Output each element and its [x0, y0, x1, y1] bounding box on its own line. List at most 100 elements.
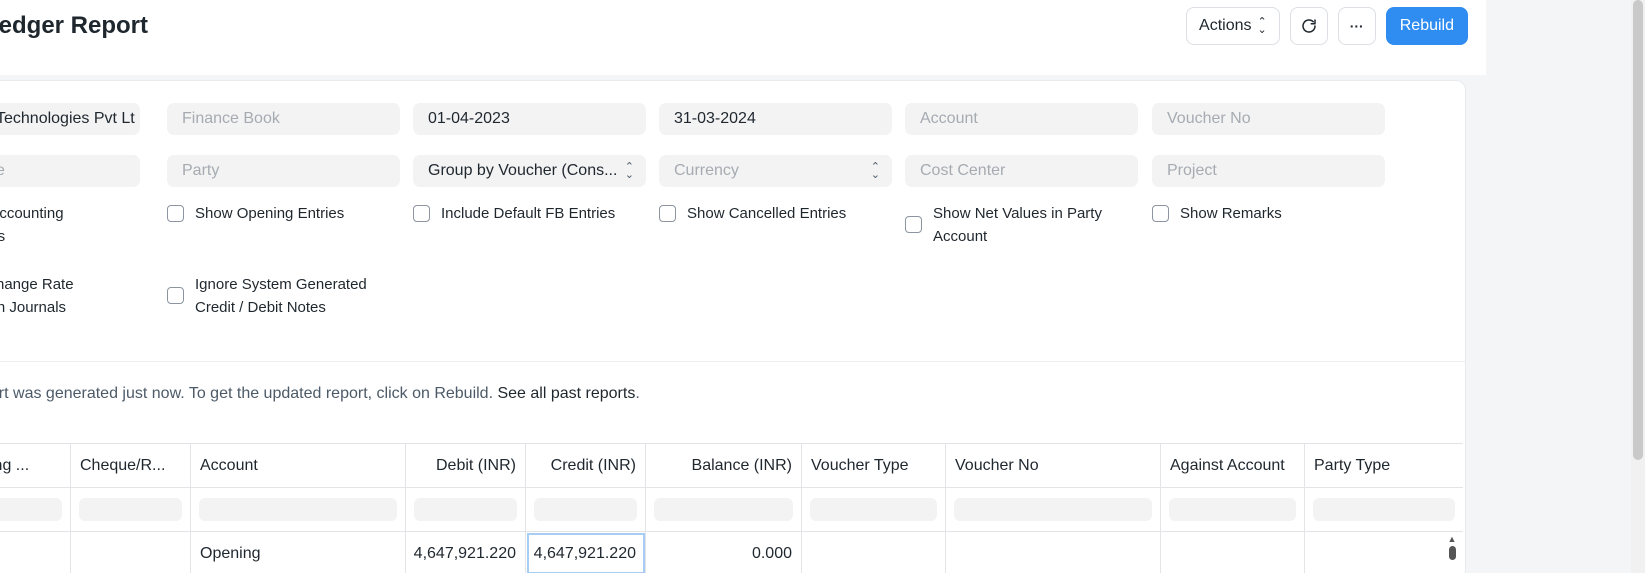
table-cell[interactable] — [802, 532, 946, 573]
column-filter-input[interactable] — [199, 498, 397, 521]
table-cell[interactable] — [1305, 532, 1463, 573]
scroll-thumb[interactable] — [1448, 546, 1456, 560]
table-cell[interactable] — [1161, 532, 1305, 573]
show-opening-entries-label: Show Opening Entries — [195, 205, 345, 222]
column-header[interactable]: Balance (INR) — [646, 444, 802, 487]
table-cell[interactable] — [0, 532, 71, 573]
show-net-values-label: Show Net Values in Party Account — [933, 202, 1102, 248]
column-header[interactable]: Voucher Type — [802, 444, 946, 487]
currency-select[interactable]: Currency ⌃ ⌄ — [659, 155, 892, 187]
refresh-icon — [1302, 19, 1316, 33]
table-cell[interactable]: 4,647,921.220 — [406, 532, 526, 573]
label-line: Credit / Debit Notes — [195, 299, 326, 316]
table-row: Opening 4,647,921.220 4,647,921.220 0.00… — [0, 532, 1463, 573]
column-filter-input[interactable] — [810, 498, 937, 521]
column-filter-input[interactable] — [0, 498, 62, 521]
actions-button[interactable]: Actions ⌃ ⌄ — [1186, 7, 1280, 45]
checkbox-box[interactable] — [167, 287, 184, 304]
show-remarks-checkbox[interactable]: Show Remarks — [1152, 202, 1282, 225]
show-net-values-checkbox[interactable]: Show Net Values in Party Account — [905, 202, 1102, 248]
column-filter-cell — [406, 488, 526, 531]
checkbox-box[interactable] — [167, 205, 184, 222]
label-line: ons — [0, 225, 64, 248]
table-cell[interactable]: 4,647,921.220 — [526, 532, 646, 573]
column-filter-cell — [646, 488, 802, 531]
table-scrollbar[interactable]: ▲ — [1446, 534, 1458, 564]
page-scrollbar-thumb[interactable] — [1633, 0, 1643, 460]
notice-end: . — [635, 385, 640, 402]
table-cell[interactable]: 0.000 — [646, 532, 802, 573]
column-filter-input[interactable] — [1313, 498, 1455, 521]
column-filter-input[interactable] — [954, 498, 1152, 521]
finance-book-filter[interactable]: Finance Book — [167, 103, 400, 135]
column-filter-input[interactable] — [1169, 498, 1296, 521]
column-header[interactable]: Debit (INR) — [406, 444, 526, 487]
accounting-dimensions-checkbox[interactable]: r Accounting ons — [0, 202, 64, 248]
show-opening-entries-checkbox[interactable]: Show Opening Entries — [167, 202, 344, 225]
show-cancelled-checkbox[interactable]: Show Cancelled Entries — [659, 202, 846, 225]
group-by-select[interactable]: Group by Voucher (Cons... ⌃ ⌄ — [413, 155, 646, 187]
table-cell[interactable] — [946, 532, 1161, 573]
more-options-button[interactable]: ··· — [1337, 7, 1376, 45]
voucher-no-filter[interactable]: Voucher No — [1152, 103, 1385, 135]
show-remarks-label: Show Remarks — [1180, 205, 1282, 222]
select-caret-icon: ⌃ ⌄ — [870, 161, 880, 181]
include-default-fb-checkbox[interactable]: Include Default FB Entries — [413, 202, 615, 225]
exchange-rate-journals-label: xchange Rate tion Journals — [0, 273, 74, 319]
table-cell[interactable] — [71, 532, 191, 573]
column-filter-cell — [802, 488, 946, 531]
column-filter-cell — [526, 488, 646, 531]
column-filter-input[interactable] — [414, 498, 517, 521]
label-line: Account — [933, 228, 988, 245]
ignore-system-generated-label: Ignore System Generated Credit / Debit N… — [195, 273, 367, 319]
ignore-system-generated-checkbox[interactable]: Ignore System Generated Credit / Debit N… — [167, 273, 367, 319]
accounting-dimensions-label: r Accounting ons — [0, 202, 64, 248]
select-caret-icon: ⌃ ⌄ — [624, 161, 634, 181]
column-filter-cell — [191, 488, 406, 531]
column-header[interactable]: Credit (INR) — [526, 444, 646, 487]
column-header[interactable]: Cheque/R... — [71, 444, 191, 487]
currency-value: Currency — [674, 162, 739, 179]
column-filter-input[interactable] — [79, 498, 182, 521]
header-actions: Actions ⌃ ⌄ ··· Rebuild — [1186, 7, 1468, 45]
past-reports-link[interactable]: See all past reports — [497, 385, 635, 402]
label-line: Ignore System Generated — [195, 276, 367, 293]
report-card: Technologies Pvt Lt Finance Book 01-04-2… — [0, 80, 1466, 573]
column-filter-input[interactable] — [534, 498, 637, 521]
project-filter[interactable]: Project — [1152, 155, 1385, 187]
notice-text: port was generated just now. To get the … — [0, 385, 498, 402]
column-filter-cell — [0, 488, 71, 531]
party-type-value: e — [0, 162, 5, 180]
column-header[interactable]: Account — [191, 444, 406, 487]
column-header[interactable]: Against Account — [1161, 444, 1305, 487]
checkbox-box[interactable] — [413, 205, 430, 222]
table-filter-row — [0, 488, 1463, 532]
column-header[interactable]: Party Type — [1305, 444, 1463, 487]
rebuild-button[interactable]: Rebuild — [1385, 7, 1468, 45]
page-scrollbar[interactable] — [1631, 0, 1645, 573]
checkbox-box[interactable] — [905, 216, 922, 233]
report-notice: port was generated just now. To get the … — [0, 385, 640, 403]
company-filter[interactable]: Technologies Pvt Lt — [0, 103, 140, 135]
refresh-button[interactable] — [1289, 7, 1328, 45]
party-filter[interactable]: Party — [167, 155, 400, 187]
from-date-filter[interactable]: 01-04-2023 — [413, 103, 646, 135]
label-line: Show Net Values in Party — [933, 205, 1102, 222]
checkbox-box[interactable] — [659, 205, 676, 222]
table-cell[interactable]: Opening — [191, 532, 406, 573]
column-filter-input[interactable] — [654, 498, 793, 521]
account-filter[interactable]: Account — [905, 103, 1138, 135]
scroll-up-icon[interactable]: ▲ — [1446, 534, 1458, 544]
group-by-value: Group by Voucher (Cons... — [428, 162, 618, 179]
column-header[interactable]: Voucher No — [946, 444, 1161, 487]
column-header[interactable]: ing ... — [0, 444, 71, 487]
ledger-table: ing ... Cheque/R... Account Debit (INR) … — [0, 443, 1463, 573]
party-type-filter[interactable]: e — [0, 155, 140, 187]
checkbox-box[interactable] — [1152, 205, 1169, 222]
to-date-filter[interactable]: 31-03-2024 — [659, 103, 892, 135]
cost-center-filter[interactable]: Cost Center — [905, 155, 1138, 187]
table-header-row: ing ... Cheque/R... Account Debit (INR) … — [0, 444, 1463, 488]
page-header: Ledger Report Actions ⌃ ⌄ ··· Rebuild — [0, 0, 1486, 75]
exchange-rate-journals-checkbox[interactable]: xchange Rate tion Journals — [0, 273, 74, 319]
actions-button-label: Actions — [1199, 17, 1252, 34]
